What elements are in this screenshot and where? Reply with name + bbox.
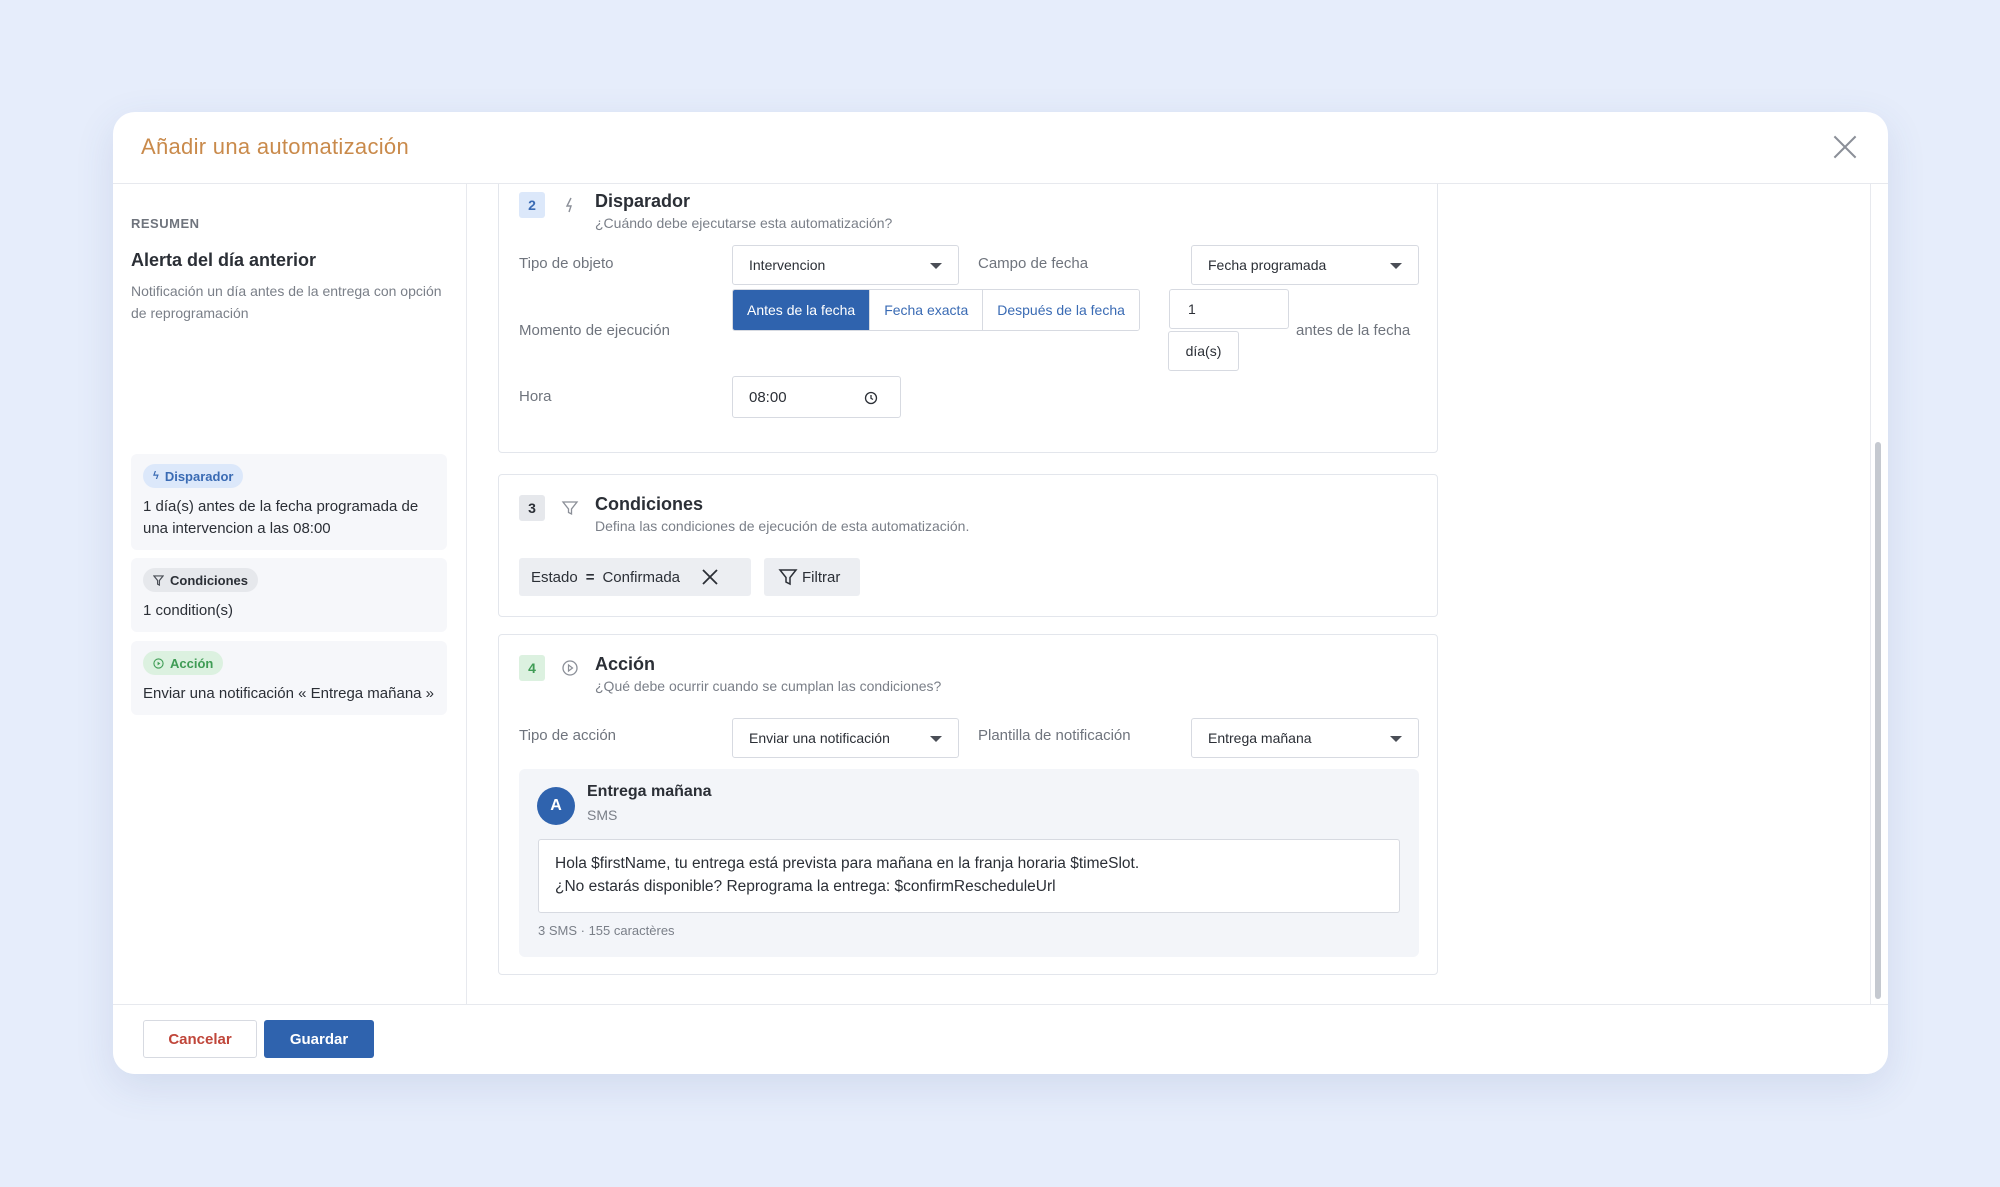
- timing-segmented-control: Antes de la fecha Fecha exacta Después d…: [732, 289, 1140, 331]
- date-field-label: Campo de fecha: [978, 255, 1089, 272]
- message-line-1: Hola $firstName, tu entrega está previst…: [555, 855, 1140, 872]
- avatar: A: [537, 787, 575, 825]
- time-input[interactable]: 08:00: [732, 376, 901, 418]
- summary-title: Alerta del día anterior: [131, 250, 317, 270]
- trigger-summary-text: 1 día(s) antes de la fecha programada de…: [143, 498, 419, 537]
- conditions-section: 3 Condiciones Defina las condiciones de …: [498, 474, 1438, 617]
- condition-field: Estado: [531, 568, 578, 586]
- bolt-icon: ϟ: [153, 470, 159, 482]
- date-field-select[interactable]: Fecha programada: [1191, 245, 1419, 285]
- action-section: 4 Acción ¿Qué debe ocurrir cuando se cum…: [498, 634, 1438, 975]
- modal-header: Añadir una automatización: [113, 112, 1888, 184]
- time-label: Hora: [519, 388, 552, 405]
- timing-exact-button[interactable]: Fecha exacta: [870, 290, 984, 330]
- notification-preview: A Entrega mañana SMS Hola $firstName, tu…: [519, 769, 1419, 957]
- preview-channel: SMS: [587, 807, 618, 823]
- save-button[interactable]: Guardar: [264, 1020, 374, 1058]
- object-type-value: Intervencion: [749, 257, 826, 273]
- trigger-subtitle: ¿Cuándo debe ejecutarse esta automatizac…: [595, 215, 893, 231]
- offset-unit-select[interactable]: día(s): [1168, 331, 1239, 371]
- summary-sidebar: RESUMEN Alerta del día anterior Notifica…: [113, 184, 467, 1004]
- condition-value: Confirmada: [602, 568, 681, 586]
- action-type-select[interactable]: Enviar una notificación: [732, 718, 959, 758]
- preview-name: Entrega mañana: [587, 783, 712, 800]
- timing-label: Momento de ejecución: [519, 322, 670, 339]
- modal-title: Añadir una automatización: [141, 134, 409, 159]
- summary-card-trigger: ϟ Disparador 1 día(s) antes de la fecha …: [131, 454, 447, 550]
- action-type-value: Enviar una notificación: [749, 730, 890, 746]
- filter-icon: [561, 501, 579, 516]
- chevron-down-icon: [930, 263, 942, 269]
- step-number-4: 4: [519, 655, 545, 681]
- play-icon: [562, 660, 578, 676]
- summary-label: RESUMEN: [131, 216, 200, 231]
- automation-modal: Añadir una automatización RESUMEN Alerta…: [113, 112, 1888, 1074]
- template-label: Plantilla de notificación: [978, 727, 1131, 744]
- message-line-2: ¿No estarás disponible? Reprograma la en…: [555, 878, 1056, 895]
- offset-input[interactable]: 1: [1169, 289, 1289, 329]
- step-number-2: 2: [519, 192, 545, 218]
- form-content[interactable]: 2 Disparador ¿Cuándo debe ejecutarse est…: [468, 184, 1868, 1004]
- conditions-title: Condiciones: [595, 494, 704, 514]
- trigger-pill-label: Disparador: [164, 468, 234, 484]
- close-icon[interactable]: [1832, 134, 1858, 160]
- time-value: 08:00: [749, 388, 787, 406]
- bolt-icon: [565, 197, 572, 213]
- conditions-pill-label: Condiciones: [170, 572, 249, 588]
- scrollbar-divider: [1870, 184, 1871, 1004]
- template-select[interactable]: Entrega mañana: [1191, 718, 1419, 758]
- filter-button[interactable]: Filtrar: [764, 558, 860, 596]
- action-pill-label: Acción: [170, 655, 214, 671]
- action-summary-text: Enviar una notificación « Entrega mañana…: [143, 685, 435, 702]
- step-number-3: 3: [519, 495, 545, 521]
- chevron-down-icon: [930, 736, 942, 742]
- scrollbar-thumb[interactable]: [1875, 442, 1881, 999]
- close-icon[interactable]: [700, 567, 720, 587]
- summary-card-conditions: Condiciones 1 condition(s): [131, 558, 447, 632]
- template-value: Entrega mañana: [1208, 730, 1312, 746]
- summary-card-action: Acción Enviar una notificación « Entrega…: [131, 641, 447, 715]
- timing-after-button[interactable]: Después de la fecha: [983, 290, 1139, 330]
- clock-icon: [864, 391, 878, 405]
- condition-chip[interactable]: Estado = Confirmada: [519, 558, 751, 596]
- summary-description: Notificación un día antes de la entrega …: [131, 283, 442, 321]
- conditions-summary-text: 1 condition(s): [143, 602, 234, 619]
- object-type-label: Tipo de objeto: [519, 255, 614, 272]
- date-field-value: Fecha programada: [1208, 257, 1327, 273]
- chevron-down-icon: [1390, 736, 1402, 742]
- action-type-label: Tipo de acción: [519, 727, 617, 744]
- filter-button-label: Filtrar: [802, 568, 841, 586]
- action-pill: Acción: [143, 651, 224, 675]
- action-subtitle: ¿Qué debe ocurrir cuando se cumplan las …: [595, 678, 942, 694]
- action-title: Acción: [595, 654, 656, 674]
- object-type-select[interactable]: Intervencion: [732, 245, 959, 285]
- trigger-section: 2 Disparador ¿Cuándo debe ejecutarse est…: [498, 184, 1438, 453]
- conditions-pill: Condiciones: [143, 568, 259, 592]
- trigger-title: Disparador: [595, 191, 691, 211]
- filter-icon: [153, 574, 164, 586]
- cancel-button[interactable]: Cancelar: [143, 1020, 257, 1058]
- chevron-down-icon: [1390, 263, 1402, 269]
- play-icon: [153, 657, 164, 669]
- filter-icon: [778, 569, 798, 586]
- message-meta: 3 SMS · 155 caractères: [538, 923, 675, 938]
- trigger-pill: ϟ Disparador: [143, 464, 244, 488]
- message-body[interactable]: Hola $firstName, tu entrega está previst…: [538, 839, 1400, 913]
- modal-footer: Cancelar Guardar: [113, 1004, 1888, 1074]
- condition-operator: =: [585, 568, 595, 586]
- conditions-subtitle: Defina las condiciones de ejecución de e…: [595, 518, 970, 534]
- offset-suffix-label: antes de la fecha: [1296, 322, 1411, 339]
- timing-before-button[interactable]: Antes de la fecha: [733, 290, 871, 330]
